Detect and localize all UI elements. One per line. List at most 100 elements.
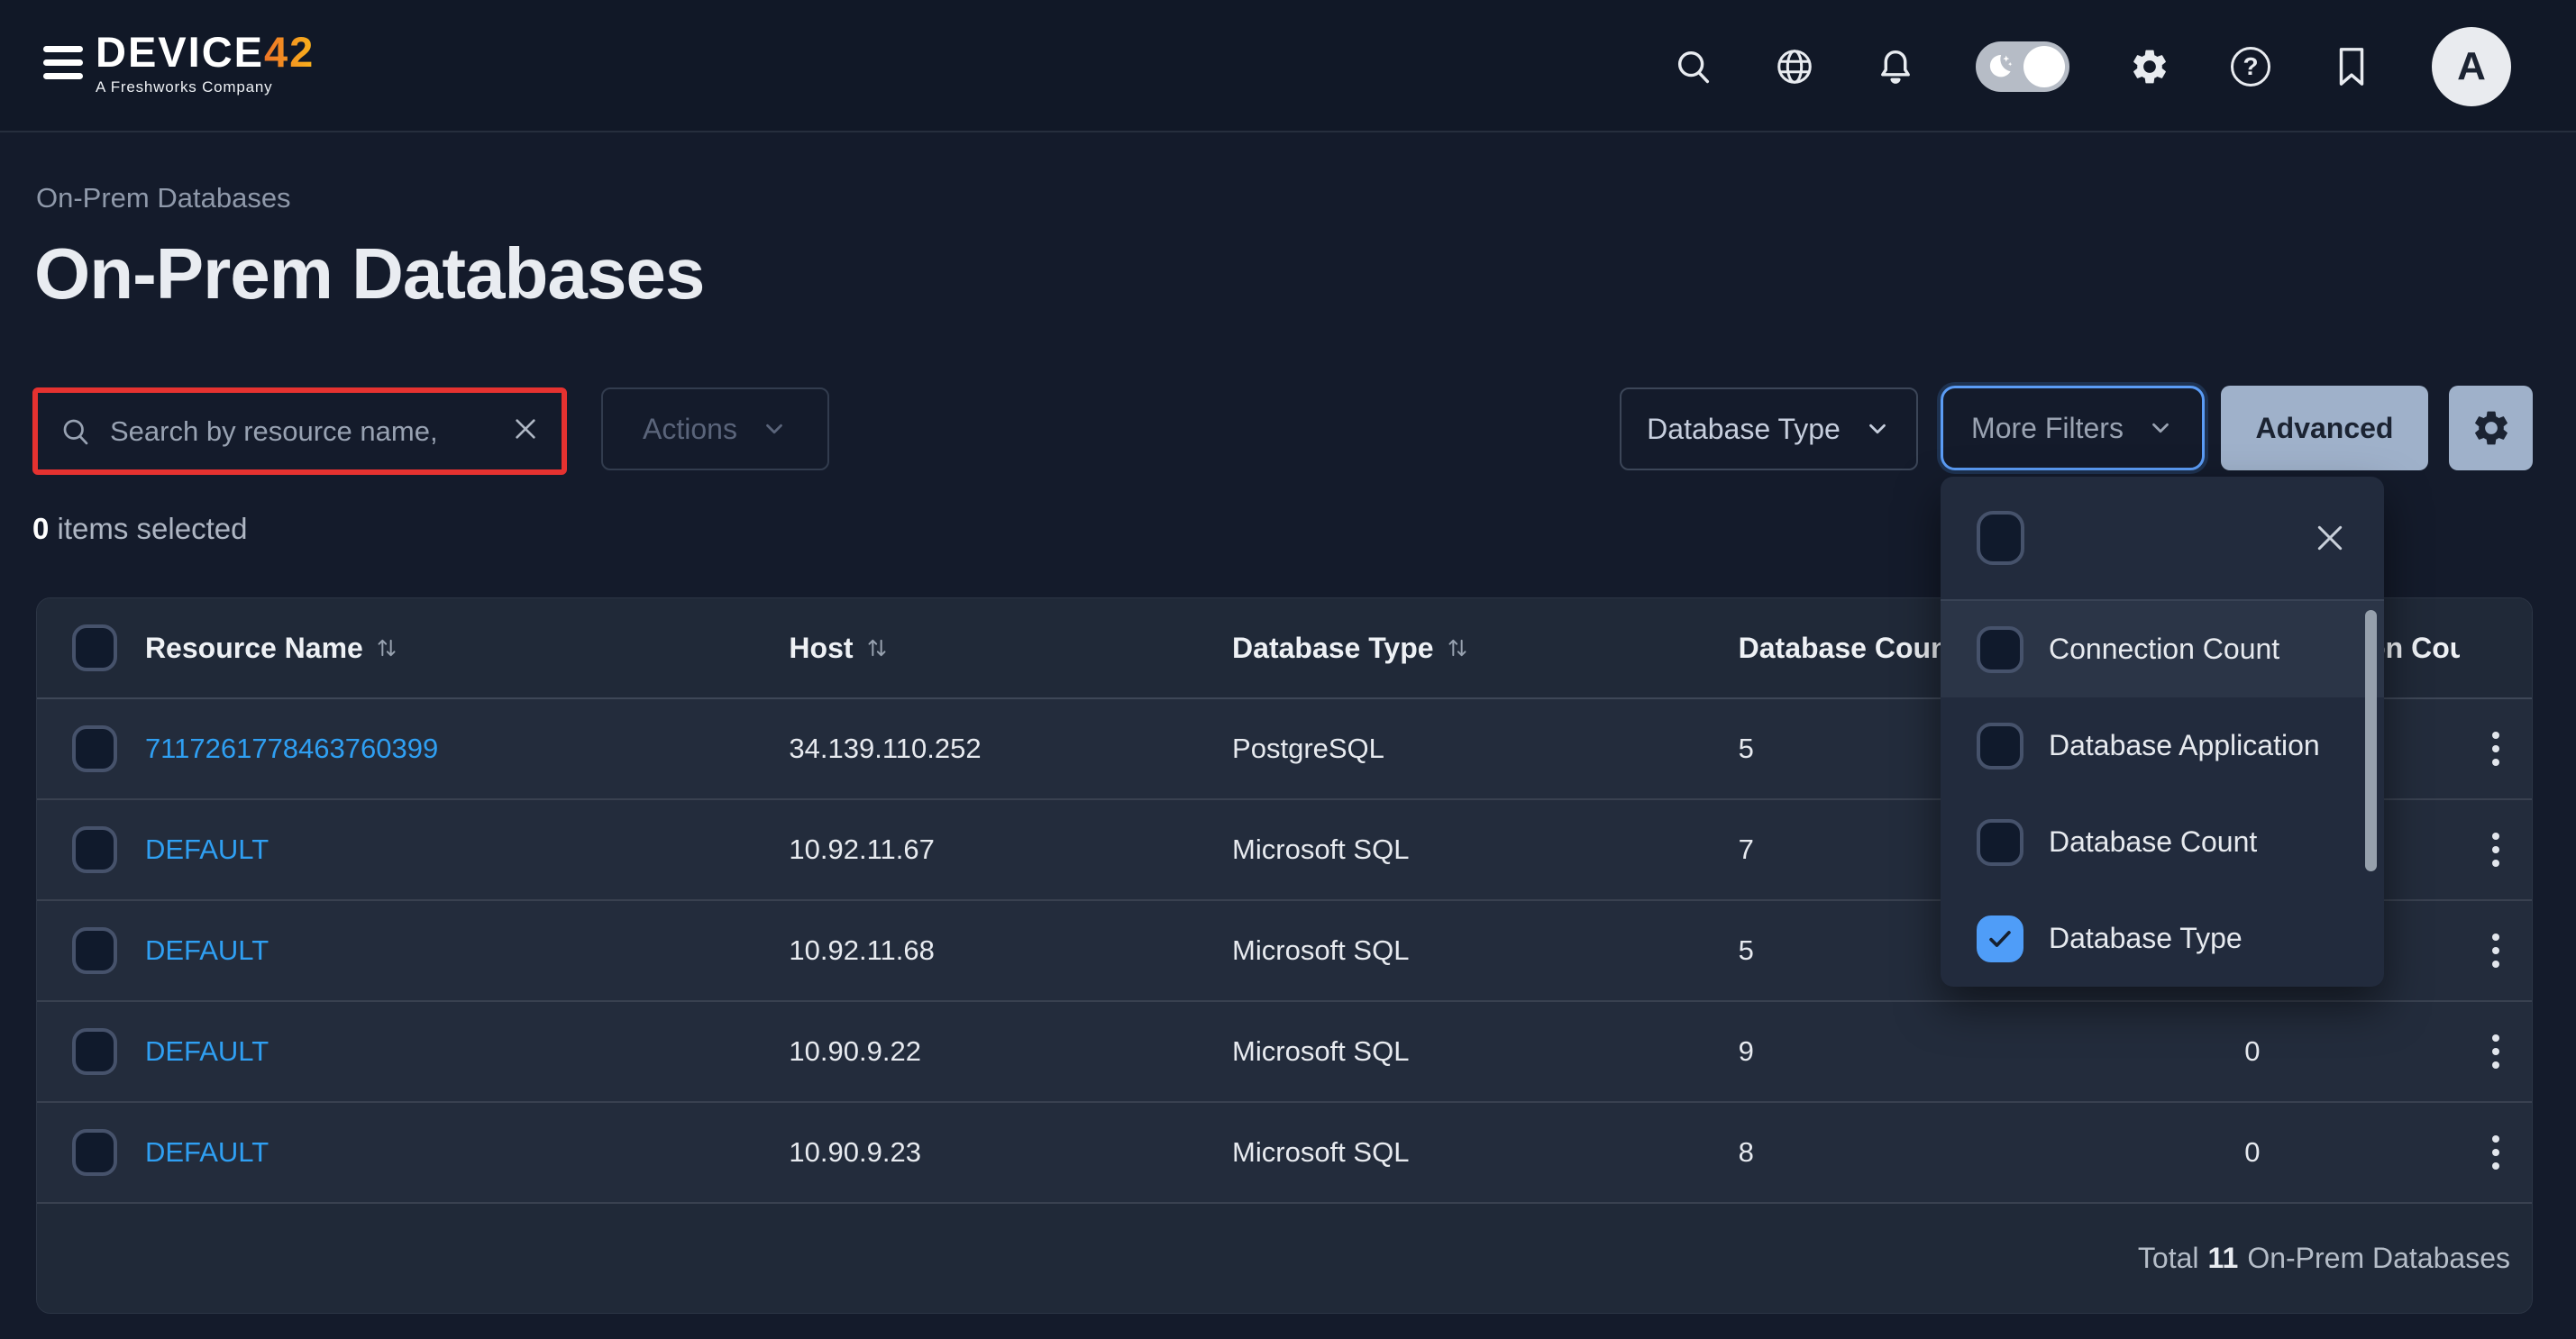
option-label: Connection Count	[2049, 633, 2279, 666]
search-icon[interactable]	[1673, 46, 1714, 87]
select-all-checkbox[interactable]	[72, 624, 117, 671]
connection-count-cell: 0	[2244, 1136, 2460, 1169]
host-cell: 10.90.9.22	[789, 1035, 1232, 1068]
toggle-knob	[2023, 46, 2065, 87]
table-row: DEFAULT 10.90.9.22 Microsoft SQL 9 0	[37, 1002, 2532, 1103]
host-cell: 34.139.110.252	[789, 733, 1232, 765]
host-cell: 10.92.11.68	[789, 934, 1232, 967]
column-header-resource-name[interactable]: Resource Name	[145, 632, 789, 665]
row-checkbox[interactable]	[72, 826, 117, 873]
total-suffix: On-Prem Databases	[2247, 1242, 2510, 1275]
dropdown-scrollbar-thumb[interactable]	[2365, 610, 2377, 871]
option-checkbox[interactable]	[1977, 626, 2023, 673]
total-count: 11	[2208, 1242, 2239, 1275]
column-label: Database Type	[1232, 632, 1434, 665]
row-checkbox[interactable]	[72, 1129, 117, 1176]
advanced-button[interactable]: Advanced	[2221, 386, 2428, 470]
advanced-label: Advanced	[2256, 412, 2394, 445]
column-label: Database Count	[1739, 632, 1959, 665]
filter-option-database-application[interactable]: Database Application	[1941, 697, 2384, 794]
row-checkbox[interactable]	[72, 927, 117, 974]
column-header-database-type[interactable]: Database Type	[1232, 632, 1739, 665]
row-checkbox[interactable]	[72, 1028, 117, 1075]
database-count-cell: 8	[1739, 1136, 2245, 1169]
database-type-cell: Microsoft SQL	[1232, 833, 1739, 866]
column-label: Resource Name	[145, 632, 363, 665]
sort-icon[interactable]	[1445, 635, 1470, 660]
connection-count-cell: 0	[2244, 1035, 2460, 1068]
bell-icon[interactable]	[1875, 46, 1916, 87]
host-cell: 10.90.9.23	[789, 1136, 1232, 1169]
logo-subtitle: A Freshworks Company	[96, 78, 315, 96]
option-checkbox[interactable]	[1977, 723, 2023, 770]
option-label: Database Count	[2049, 825, 2257, 859]
page-title: On-Prem Databases	[34, 232, 704, 315]
breadcrumb[interactable]: On-Prem Databases	[36, 182, 291, 214]
database-count-cell: 9	[1739, 1035, 2245, 1068]
avatar-letter: A	[2457, 44, 2486, 89]
sort-icon[interactable]	[864, 635, 890, 660]
resource-name-link[interactable]: DEFAULT	[145, 833, 269, 865]
column-label: Host	[789, 632, 853, 665]
bookmark-icon[interactable]	[2331, 46, 2372, 87]
app-screen: DEVICE42 A Freshworks Company	[0, 0, 2576, 1339]
dropdown-select-all-checkbox[interactable]	[1977, 511, 2024, 565]
row-actions-kebab[interactable]	[2487, 1029, 2505, 1074]
table-footer: Total 11 On-Prem Databases	[37, 1204, 2532, 1313]
sort-icon[interactable]	[374, 635, 399, 660]
gear-icon	[2471, 407, 2512, 449]
theme-toggle[interactable]	[1976, 41, 2069, 92]
question-glyph: ?	[2231, 47, 2270, 87]
row-actions-kebab[interactable]	[2487, 827, 2505, 872]
clear-search-icon[interactable]	[511, 414, 540, 448]
moon-icon	[1984, 51, 2014, 87]
total-prefix: Total	[2138, 1242, 2199, 1275]
chevron-down-icon	[2147, 414, 2174, 442]
selection-label: items selected	[49, 512, 247, 545]
search-box-annotation-highlight[interactable]	[32, 387, 567, 475]
row-checkbox[interactable]	[72, 725, 117, 772]
globe-icon[interactable]	[1774, 46, 1815, 87]
chevron-down-icon	[761, 415, 788, 442]
check-icon	[1985, 924, 2015, 954]
close-icon[interactable]	[2312, 520, 2348, 556]
gear-icon[interactable]	[2129, 46, 2170, 87]
filter-option-database-type[interactable]: Database Type	[1941, 890, 2384, 987]
navbar-icons: ? A	[1673, 0, 2511, 132]
resource-name-link[interactable]: DEFAULT	[145, 934, 269, 966]
option-label: Database Application	[2049, 729, 2320, 762]
more-filters-button[interactable]: More Filters	[1941, 386, 2205, 470]
database-type-cell: PostgreSQL	[1232, 733, 1739, 765]
search-input[interactable]	[110, 415, 493, 448]
resource-name-link[interactable]: DEFAULT	[145, 1035, 269, 1067]
actions-button[interactable]: Actions	[601, 387, 829, 470]
database-type-cell: Microsoft SQL	[1232, 1136, 1739, 1169]
resource-name-link[interactable]: 7117261778463760399	[145, 733, 438, 764]
actions-label: Actions	[643, 413, 737, 446]
chevron-down-icon	[1864, 415, 1891, 442]
row-actions-kebab[interactable]	[2487, 1130, 2505, 1175]
logo-text: DEVICE	[96, 28, 264, 76]
help-icon[interactable]: ?	[2230, 46, 2271, 87]
database-type-cell: Microsoft SQL	[1232, 1035, 1739, 1068]
row-actions-kebab[interactable]	[2487, 928, 2505, 973]
dropdown-header	[1941, 477, 2384, 601]
database-type-filter-button[interactable]: Database Type	[1620, 387, 1918, 470]
selection-count: 0	[32, 512, 49, 545]
option-checkbox[interactable]	[1977, 819, 2023, 866]
user-avatar[interactable]: A	[2432, 27, 2511, 106]
search-icon	[59, 415, 92, 448]
filter-option-database-count[interactable]: Database Count	[1941, 794, 2384, 890]
resource-name-link[interactable]: DEFAULT	[145, 1136, 269, 1168]
device42-logo[interactable]: DEVICE42 A Freshworks Company	[96, 29, 315, 96]
option-label: Database Type	[2049, 922, 2243, 955]
column-header-host[interactable]: Host	[789, 632, 1232, 665]
option-checkbox-checked[interactable]	[1977, 915, 2023, 962]
logo-accent: 42	[264, 28, 315, 76]
database-type-filter-label: Database Type	[1647, 413, 1841, 446]
table-settings-button[interactable]	[2449, 386, 2533, 470]
hamburger-menu-icon[interactable]	[43, 46, 83, 79]
filter-option-connection-count[interactable]: Connection Count	[1941, 601, 2384, 697]
row-actions-kebab[interactable]	[2487, 726, 2505, 771]
more-filters-label: More Filters	[1971, 412, 2124, 445]
